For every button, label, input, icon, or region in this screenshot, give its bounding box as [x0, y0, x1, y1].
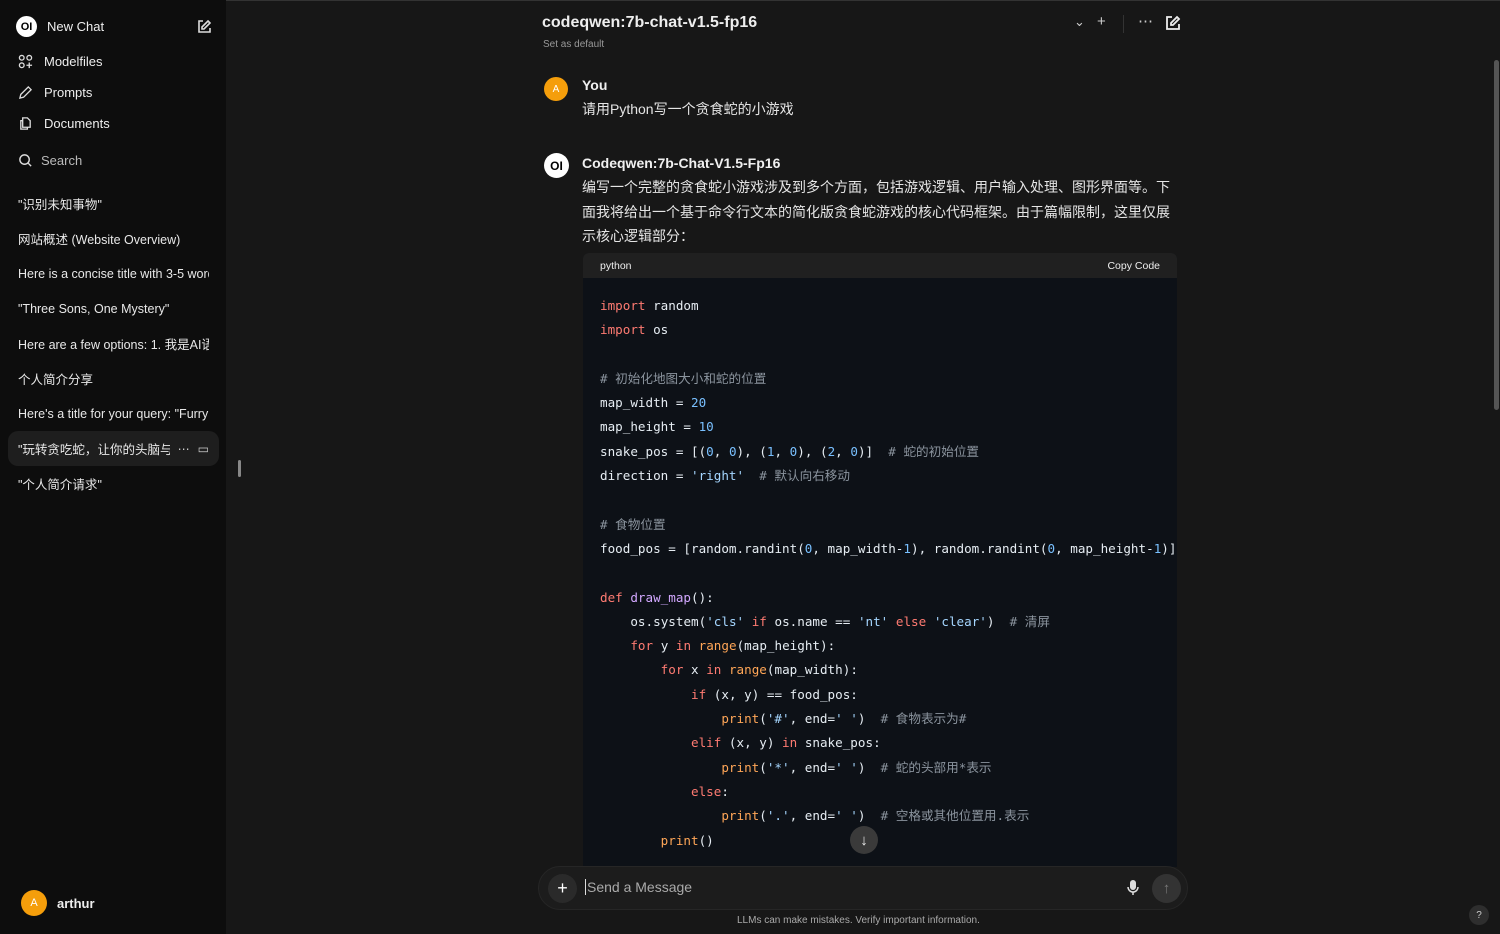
help-button[interactable]: ? [1469, 905, 1489, 925]
model-logo-icon: OI [544, 153, 569, 178]
code-line: map_width = 20 [600, 395, 707, 411]
user-menu[interactable]: A arthur [21, 890, 95, 916]
avatar: A [21, 890, 47, 916]
chat-title: Here are a few options: 1. 我是AI语言 [18, 338, 209, 352]
chat-item[interactable]: Here's a title for your query: "Furry Fr… [8, 396, 219, 431]
message-author: You [582, 77, 608, 93]
more-icon[interactable]: ⋯ [1138, 12, 1153, 30]
divider [1123, 15, 1124, 33]
chat-item[interactable]: Here is a concise title with 3-5 words [8, 256, 219, 291]
code-line: for y in range(map_height): [630, 638, 836, 654]
code-line: def draw_map(): [600, 589, 714, 605]
plus-icon[interactable]: + [548, 874, 577, 903]
sidebar-item-label: Modelfiles [44, 54, 103, 69]
code-line: food_pos = [random.randint(0, map_width-… [600, 540, 1177, 556]
code-line: import random [600, 298, 699, 313]
chat-title: "玩转贪吃蛇，让你的头脑与编程" [18, 443, 170, 457]
chat-item[interactable]: "玩转贪吃蛇，让你的头脑与编程" ⋯ ▭ [8, 431, 219, 466]
code-language: python [600, 259, 632, 272]
code-line: else: [691, 783, 729, 799]
modelfiles-icon [18, 54, 33, 69]
archive-icon[interactable]: ▭ [198, 442, 209, 456]
microphone-icon[interactable] [1127, 879, 1139, 896]
chat-item[interactable]: 网站概述 (Website Overview) [8, 221, 219, 256]
code-line: for x in range(map_width): [660, 662, 858, 678]
copy-code-button[interactable]: Copy Code [1107, 260, 1160, 272]
search-icon [19, 154, 32, 167]
sidebar-resize-handle[interactable] [238, 460, 241, 477]
sidebar: OI New Chat Modelfiles Prompts Documents… [0, 0, 226, 934]
message-text: 请用Python写一个贪食蛇的小游戏 [582, 101, 794, 117]
code-line: map_height = 10 [600, 419, 714, 435]
code-header: python Copy Code [583, 253, 1177, 278]
scrollbar[interactable] [1494, 60, 1499, 410]
sidebar-item-label: Prompts [44, 85, 93, 100]
chat-title: 个人简介分享 [18, 373, 94, 387]
chat-item[interactable]: "个人简介请求" [8, 466, 219, 501]
disclaimer: LLMs can make mistakes. Verify important… [737, 915, 980, 926]
add-model-icon[interactable]: + [1097, 13, 1106, 30]
new-chat-edit-icon[interactable] [1165, 15, 1181, 31]
edit-icon[interactable] [196, 19, 212, 35]
code-line: import os [600, 322, 669, 338]
sidebar-item-prompts[interactable]: Prompts [18, 85, 92, 100]
new-chat-button[interactable]: OI New Chat [16, 16, 212, 37]
code-line: print('*', end=' ') # 蛇的头部用*表示 [721, 759, 992, 775]
user-name: arthur [57, 895, 95, 911]
sidebar-item-label: Documents [44, 116, 110, 131]
chat-title: "个人简介请求" [18, 478, 102, 492]
new-chat-label: New Chat [47, 19, 105, 34]
message-author: Codeqwen:7b-Chat-V1.5-Fp16 [582, 155, 781, 171]
code-line: print('.', end=' ') # 空格或其他位置用.表示 [721, 808, 1030, 824]
code-line: direction = 'right' # 默认向右移动 [600, 468, 850, 484]
code-line: # 初始化地图大小和蛇的位置 [600, 370, 767, 386]
chat-title: 网站概述 (Website Overview) [18, 233, 181, 247]
code-line: print() [660, 832, 714, 848]
documents-icon [20, 117, 31, 130]
pencil-icon [18, 85, 33, 100]
code-line: # 食物位置 [600, 516, 666, 532]
chat-list: "识别未知事物" 网站概述 (Website Overview) Here is a… [8, 186, 219, 501]
chat-item[interactable]: "识别未知事物" [8, 186, 219, 221]
code-line: os.system('cls' if os.name == 'nt' else … [630, 613, 1050, 629]
send-button[interactable]: ↑ [1152, 874, 1181, 903]
code-content: import random import os # 初始化地图大小和蛇的位置 map… [583, 278, 1177, 853]
chat-title: Here's a title for your query: "Furry Fr… [18, 406, 209, 421]
code-line: snake_pos = [(0, 0), (1, 0), (2, 0)] # 蛇… [600, 443, 980, 459]
logo-icon: OI [16, 16, 37, 37]
search-button[interactable]: Search [18, 153, 82, 168]
sidebar-item-documents[interactable]: Documents [18, 116, 110, 131]
chat-title: Here is a concise title with 3-5 words [18, 266, 209, 281]
code-line: print('#', end=' ') # 食物表示为# [721, 711, 967, 727]
user-message: A You 请用Python写一个贪食蛇的小游戏 [544, 77, 794, 117]
avatar: A [544, 77, 568, 101]
scroll-down-button[interactable]: ↓ [850, 826, 878, 854]
message-input-bar: + ↑ [538, 866, 1188, 910]
chat-title: "Three Sons, One Mystery" [18, 301, 170, 316]
code-block: python Copy Code import random import os … [583, 253, 1177, 867]
sidebar-item-modelfiles[interactable]: Modelfiles [18, 54, 103, 69]
message-text: 编写一个完整的贪食蛇小游戏涉及到多个方面，包括游戏逻辑、用户输入处理、图形界面等… [582, 179, 1170, 244]
more-icon[interactable]: ⋯ [178, 442, 190, 456]
code-line: elif (x, y) in snake_pos: [691, 735, 881, 751]
model-selector[interactable]: codeqwen:7b-chat-v1.5-fp16 [542, 14, 757, 32]
set-default-link[interactable]: Set as default [543, 39, 604, 50]
chat-item[interactable]: Here are a few options: 1. 我是AI语言 [8, 326, 219, 361]
assistant-message: OI Codeqwen:7b-Chat-V1.5-Fp16 编写一个完整的贪食蛇… [544, 153, 1170, 244]
chevron-down-icon[interactable]: ⌄ [1074, 14, 1085, 30]
chat-item[interactable]: "Three Sons, One Mystery" [8, 291, 219, 326]
code-line: if (x, y) == food_pos: [691, 686, 858, 702]
message-input[interactable] [585, 879, 1065, 895]
chat-item[interactable]: 个人简介分享 [8, 361, 219, 396]
search-label: Search [41, 153, 83, 168]
chat-title: "识别未知事物" [18, 198, 102, 212]
